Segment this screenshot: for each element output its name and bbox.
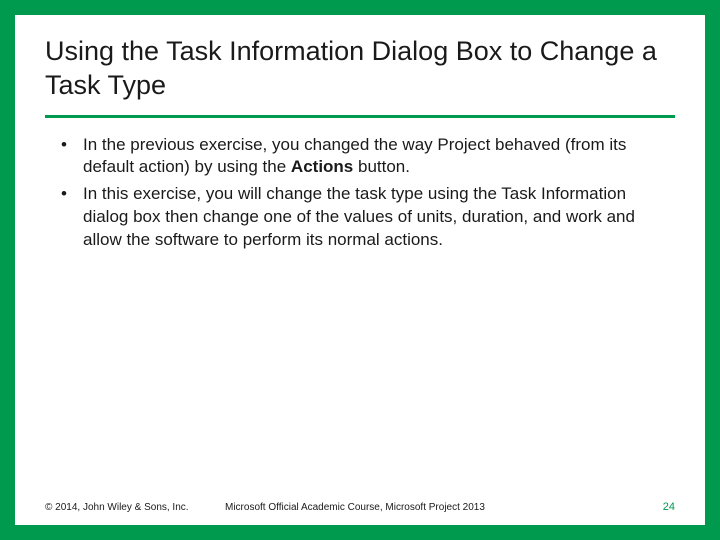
- bullet-text-bold: Actions: [291, 157, 353, 176]
- footer-page-number: 24: [645, 501, 675, 513]
- bullet-list: In the previous exercise, you changed th…: [45, 134, 675, 253]
- footer-course: Microsoft Official Academic Course, Micr…: [225, 502, 645, 513]
- slide-title: Using the Task Information Dialog Box to…: [45, 35, 675, 118]
- bullet-text-post: button.: [353, 157, 410, 176]
- list-item: In this exercise, you will change the ta…: [55, 183, 675, 252]
- footer-copyright: © 2014, John Wiley & Sons, Inc.: [45, 502, 225, 513]
- slide: Using the Task Information Dialog Box to…: [15, 15, 705, 525]
- slide-body: In the previous exercise, you changed th…: [45, 134, 675, 502]
- bullet-text-pre: In this exercise, you will change the ta…: [83, 184, 635, 249]
- slide-footer: © 2014, John Wiley & Sons, Inc. Microsof…: [45, 501, 675, 513]
- list-item: In the previous exercise, you changed th…: [55, 134, 675, 180]
